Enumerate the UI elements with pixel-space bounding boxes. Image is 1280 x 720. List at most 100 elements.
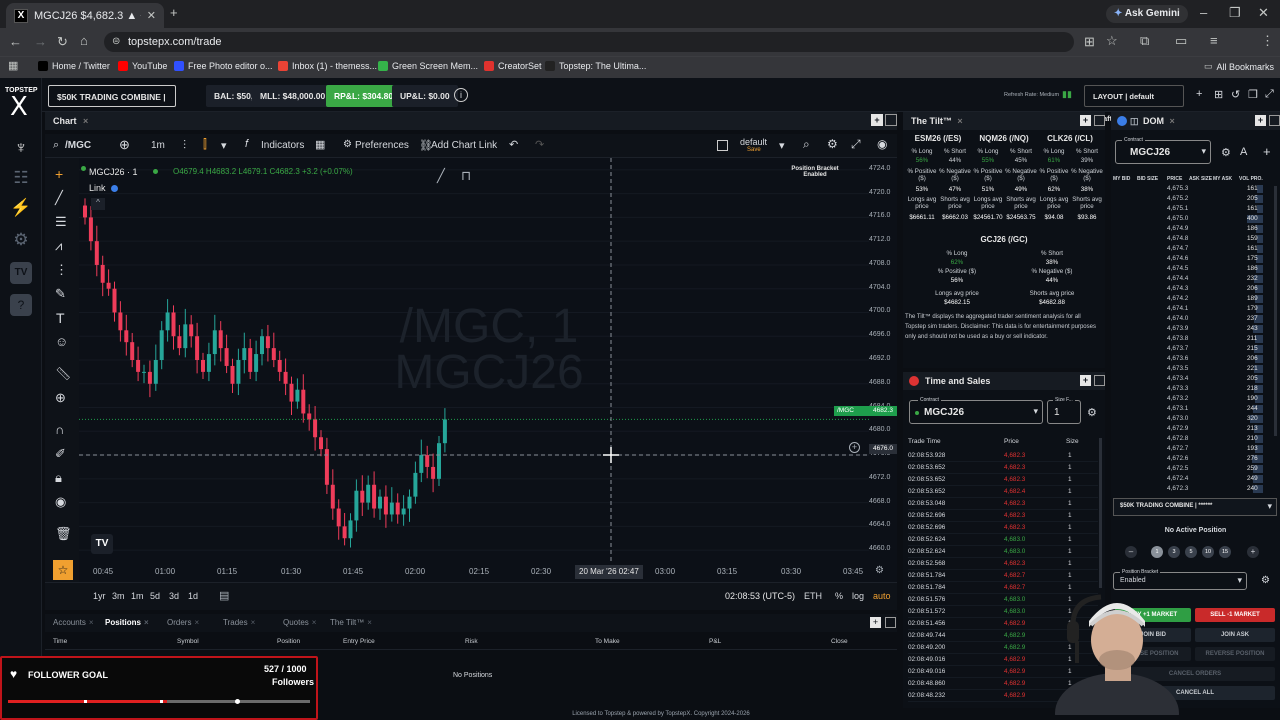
chart-add-icon[interactable]: + <box>871 114 883 126</box>
close-window-icon[interactable]: ✕ <box>1258 5 1269 21</box>
interval-select[interactable]: 1m <box>151 140 165 151</box>
dom-price-row[interactable]: 4,674.3 206 <box>1115 284 1273 294</box>
dom-price-row[interactable]: 4,674.0 237 <box>1115 314 1273 324</box>
dom-expand-icon[interactable]: + <box>1263 144 1271 159</box>
dom-price-row[interactable]: 4,673.8 211 <box>1115 334 1273 344</box>
range-button[interactable]: 3d <box>169 591 179 601</box>
dom-price-row[interactable]: 4,674.1 179 <box>1115 304 1273 314</box>
text-tool-icon[interactable]: T <box>56 310 65 326</box>
bracket-tool-icon[interactable]: ⊓ <box>461 168 471 184</box>
dom-add-icon[interactable]: + <box>1255 115 1266 126</box>
dom-price-row[interactable]: 4,675.1 161 <box>1115 204 1273 214</box>
qty-preset-button[interactable]: 1 <box>1151 546 1163 558</box>
dom-price-row[interactable]: 4,672.6 276 <box>1115 454 1273 464</box>
positions-tab-close-icon[interactable]: × <box>194 618 199 627</box>
ts-scrollbar[interactable] <box>1099 438 1102 588</box>
dom-price-row[interactable]: 4,674.9 186 <box>1115 224 1273 234</box>
tradingview-nav-icon[interactable]: TV <box>10 262 32 284</box>
template-save[interactable]: Save <box>747 147 761 153</box>
bookmark-item[interactable]: CreatorSet <box>484 61 542 71</box>
layout-select[interactable]: LAYOUT | default (draft) ▾ <box>1084 85 1184 123</box>
dom-price-row[interactable]: 4,675.3 161 <box>1115 184 1273 194</box>
symbol-search[interactable]: /MGC <box>65 140 91 151</box>
stay-drawing-icon[interactable]: ✐ <box>55 446 66 462</box>
dom-contract-select[interactable]: Contract MGCJ26 ▾ <box>1115 137 1211 164</box>
positions-add-icon[interactable]: + <box>870 617 881 628</box>
bookmark-item[interactable]: Free Photo editor o... <box>174 61 273 71</box>
add-widget-icon[interactable]: + <box>1196 88 1202 100</box>
reverse-position-button[interactable]: REVERSE POSITION <box>1195 647 1275 661</box>
crosshair-tool-icon[interactable]: + <box>55 166 63 182</box>
extensions-icon[interactable]: ⧉ <box>1140 33 1149 49</box>
positions-tab-close-icon[interactable]: × <box>251 618 256 627</box>
dom-price-row[interactable]: 4,673.9 243 <box>1115 324 1273 334</box>
positions-tab[interactable]: Trades × <box>223 618 255 627</box>
percent-toggle[interactable]: % <box>835 591 843 601</box>
dom-price-row[interactable]: 4,673.1 244 <box>1115 404 1273 414</box>
dom-account-select[interactable]: $50K TRADING COMBINE | ****** ▾ <box>1113 498 1277 516</box>
maximize-icon[interactable]: ❐ <box>1229 5 1241 21</box>
template-name[interactable]: default <box>740 137 767 147</box>
popout-icon[interactable]: ❐ <box>1248 88 1258 101</box>
preferences-gear-icon[interactable]: ⚙ <box>343 139 352 150</box>
range-button[interactable]: 1yr <box>93 591 106 601</box>
screenshot-icon[interactable]: ◉ <box>877 137 887 151</box>
community-nav-icon[interactable]: ☷ <box>10 168 32 190</box>
range-button[interactable]: 1m <box>131 591 144 601</box>
dom-price-row[interactable]: 4,674.8 159 <box>1115 234 1273 244</box>
dom-price-row[interactable]: 4,675.2 205 <box>1115 194 1273 204</box>
positions-tab[interactable]: Quotes × <box>283 618 316 627</box>
qty-preset-button[interactable]: 5 <box>1185 546 1197 558</box>
symbol-search-icon[interactable]: ⌕ <box>53 139 59 152</box>
ruler-tool-icon[interactable]: 📏︎ <box>55 366 72 382</box>
dom-price-row[interactable]: 4,675.0 400 <box>1115 214 1273 224</box>
positions-tab[interactable]: The Tilt™ × <box>330 618 372 627</box>
settings-nav-icon[interactable]: ⚙ <box>10 230 32 252</box>
add-chart-link-button[interactable]: Add Chart Link <box>431 140 497 151</box>
positions-tab[interactable]: Positions × <box>105 618 149 627</box>
range-button[interactable]: 3m <box>112 591 125 601</box>
lock-tool-icon[interactable]: 🔒︎ <box>55 470 62 486</box>
positions-maximize-icon[interactable] <box>885 617 896 628</box>
candle-style-chevron-icon[interactable]: ▾ <box>221 139 227 152</box>
ts-size-field[interactable]: Size F... 1 <box>1047 397 1081 424</box>
fib-tool-icon[interactable]: ☰ <box>55 214 67 230</box>
positions-tab-close-icon[interactable]: × <box>367 618 372 627</box>
dom-price-row[interactable]: 4,673.2 190 <box>1115 394 1273 404</box>
qty-preset-button[interactable]: 3 <box>1168 546 1180 558</box>
forward-icon[interactable]: → <box>34 34 47 49</box>
positions-tab[interactable]: Accounts × <box>53 618 94 627</box>
join-ask-button[interactable]: JOIN ASK <box>1195 628 1275 642</box>
price-chart[interactable]: /MGC, 1 MGCJ26 MGCJ26 · 1 O4679.4 H4683.… <box>79 158 869 562</box>
bookmark-star-icon[interactable]: ☆ <box>1106 33 1118 49</box>
ts-add-icon[interactable]: + <box>1080 375 1091 386</box>
chart-fullscreen-icon[interactable]: ⤢ <box>851 137 861 152</box>
trade-nav-icon[interactable]: ♆ <box>10 138 32 160</box>
dom-price-row[interactable]: 4,674.4 232 <box>1115 274 1273 284</box>
range-button[interactable]: 1d <box>188 591 198 601</box>
candle-style-icon[interactable]: ⫿ <box>203 137 207 152</box>
dom-settings-icon[interactable]: ⚙ <box>1221 146 1231 159</box>
undo-icon[interactable]: ↶ <box>509 138 518 151</box>
dom-font-size-icon[interactable]: A <box>1240 146 1247 158</box>
dom-price-row[interactable]: 4,673.4 205 <box>1115 374 1273 384</box>
analytics-nav-icon[interactable]: ⚡ <box>10 198 32 220</box>
indicators-button[interactable]: Indicators <box>261 140 304 151</box>
positions-tab-close-icon[interactable]: × <box>144 618 149 627</box>
positions-tab-close-icon[interactable]: × <box>89 618 94 627</box>
bar-style-icon[interactable]: ⫶ <box>183 138 186 153</box>
price-axis[interactable]: 4724.0 4720.0 4716.0 4712.0 4708.0 4704.0 4700… <box>869 158 897 562</box>
tilt-maximize-icon[interactable] <box>1094 115 1105 126</box>
qty-preset-button[interactable]: 15 <box>1219 546 1231 558</box>
undo-layout-icon[interactable]: ↺ <box>1231 88 1240 101</box>
dom-close-icon[interactable]: × <box>1170 116 1175 126</box>
reload-icon[interactable]: ↻ <box>57 34 68 50</box>
dom-scrollbar[interactable] <box>1274 186 1277 436</box>
dom-maximize-icon[interactable] <box>1269 115 1280 126</box>
menu-lines-icon[interactable]: ≡ <box>1210 33 1218 48</box>
add-order-plus-icon[interactable]: + <box>849 442 860 453</box>
tilt-add-icon[interactable]: + <box>1080 115 1091 126</box>
chart-tab-close-icon[interactable]: × <box>83 116 88 126</box>
date-range-icon[interactable]: ▤ <box>219 589 229 602</box>
dom-price-row[interactable]: 4,672.4 249 <box>1115 474 1273 484</box>
